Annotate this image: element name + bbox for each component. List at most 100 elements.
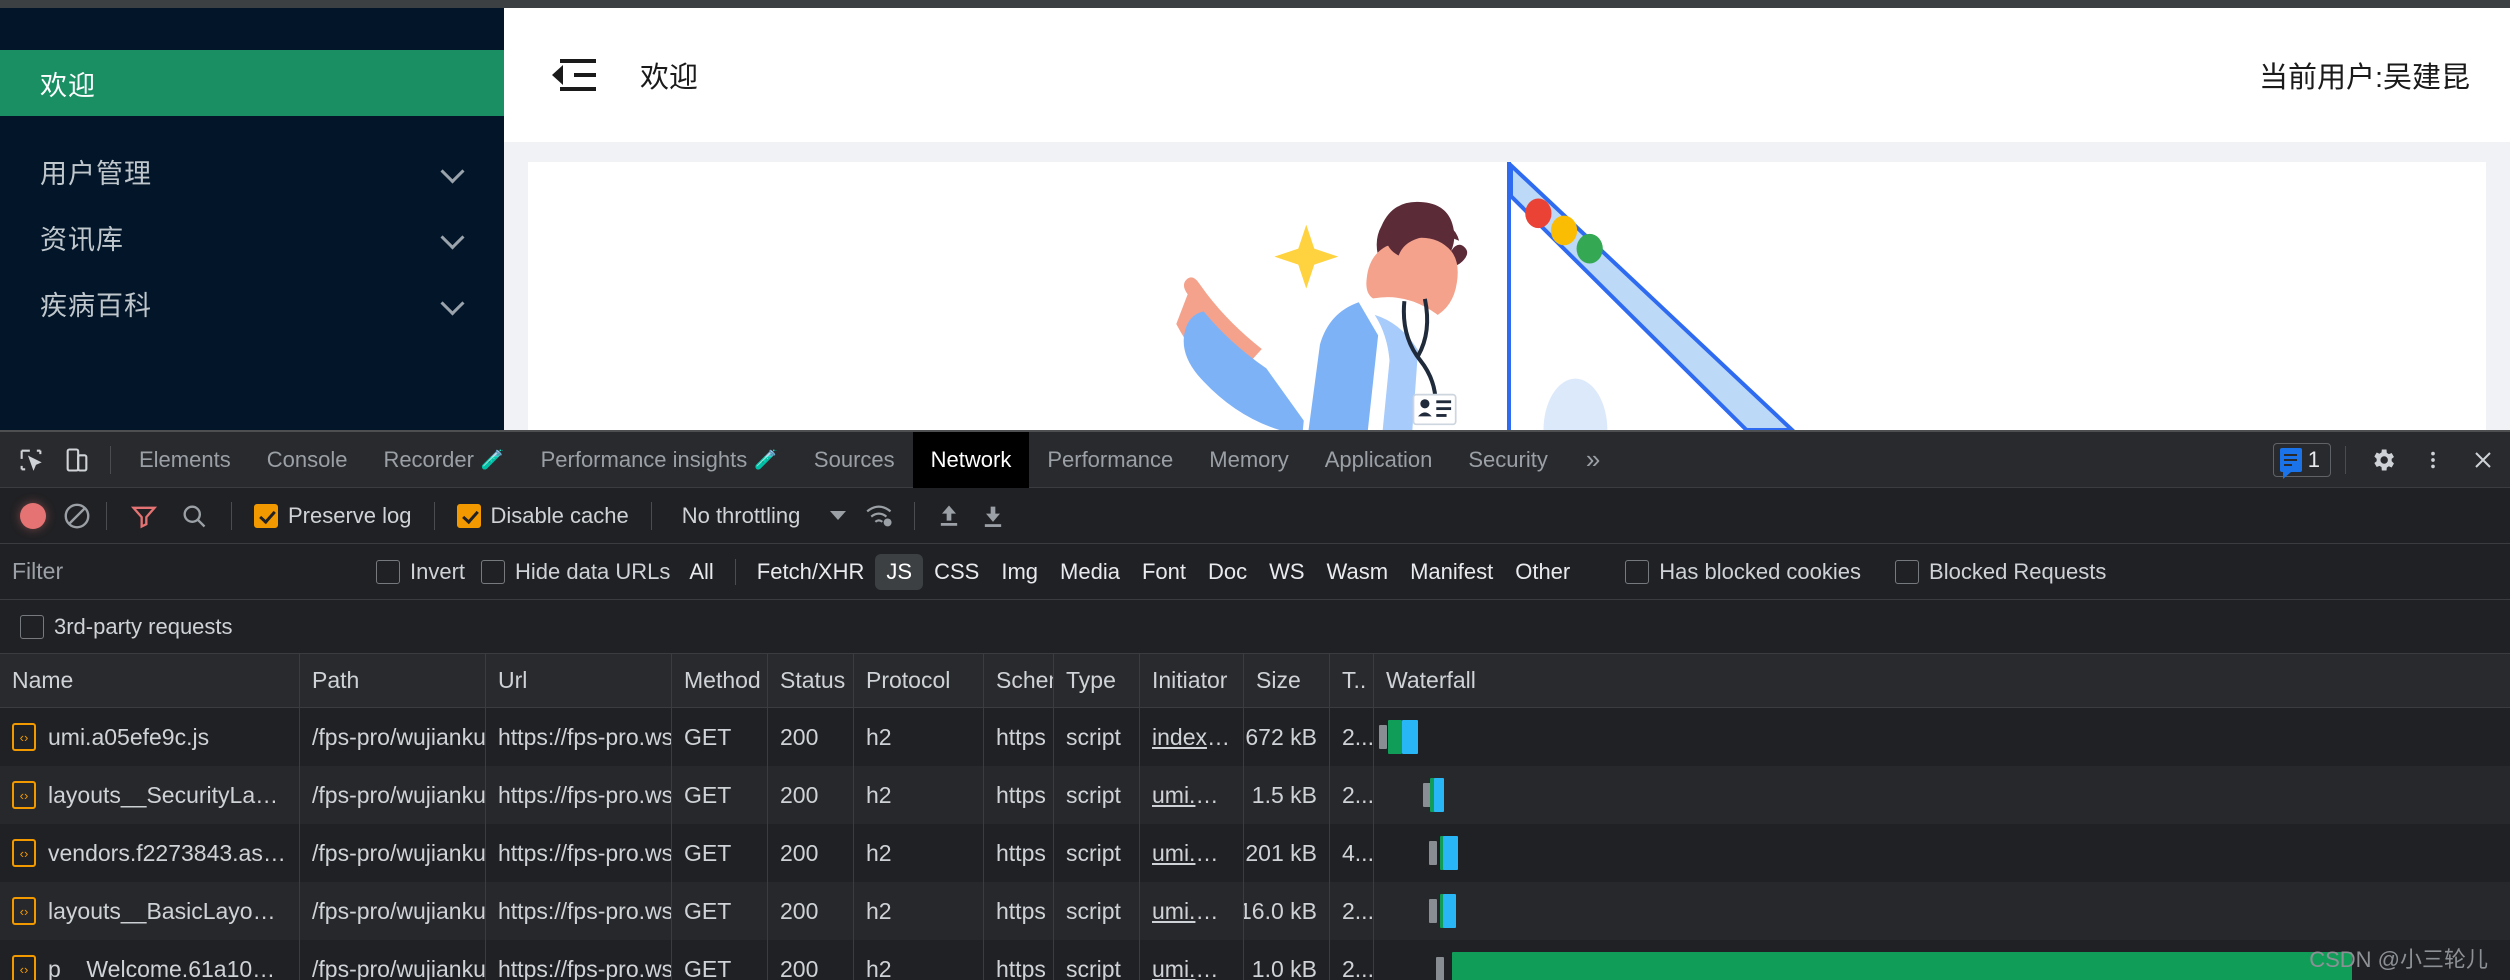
table-row[interactable]: ‹› umi.a05efe9c.js/fps-pro/wujiankun/h...…: [0, 708, 2510, 766]
table-row[interactable]: ‹› layouts__SecurityLayout.1dbc6e… /fps-pr…: [0, 766, 2510, 824]
record-button[interactable]: [20, 502, 46, 529]
device-toolbar-icon[interactable]: [54, 437, 100, 483]
type-filter-css[interactable]: CSS: [923, 554, 990, 590]
waterfall-wait-bar: [1429, 899, 1437, 923]
message-count: 1: [2307, 446, 2320, 472]
tab-elements[interactable]: Elements: [121, 432, 249, 488]
toolbar-divider: [914, 501, 916, 530]
message-count-badge[interactable]: 1: [2272, 442, 2331, 479]
tab-performance[interactable]: Performance: [1029, 432, 1191, 488]
gear-icon[interactable]: [2360, 437, 2406, 483]
experimental-flask-icon: 🧪: [754, 449, 778, 471]
request-name: layouts__SecurityLayout.1dbc6e…: [48, 781, 287, 808]
cell-waterfall: [1374, 766, 2510, 824]
tab-label: Elements: [139, 446, 231, 472]
type-filter-wasm[interactable]: Wasm: [1316, 554, 1400, 590]
initiator-link[interactable]: umi.a05ef…: [1152, 782, 1231, 809]
waterfall-latency-bar: [1434, 778, 1444, 812]
column-header-name[interactable]: Name: [0, 654, 300, 707]
cell-initiator: umi.a05ef…: [1140, 882, 1244, 940]
filter-input[interactable]: [0, 551, 368, 592]
preserve-log-checkbox[interactable]: Preserve log: [246, 503, 420, 529]
cell-name: ‹› umi.a05efe9c.js: [0, 708, 300, 766]
type-filter-other[interactable]: Other: [1504, 554, 1581, 590]
type-filter-manifest[interactable]: Manifest: [1399, 554, 1504, 590]
network-conditions-icon[interactable]: [860, 499, 900, 533]
tab-performance-insights[interactable]: Performance insights 🧪: [523, 432, 796, 488]
blocked-requests-label: Blocked Requests: [1929, 558, 2107, 584]
import-har-icon[interactable]: [929, 499, 969, 533]
tab-recorder[interactable]: Recorder 🧪: [365, 432, 522, 488]
chevron-down-icon: [442, 292, 464, 314]
waterfall-latency-bar: [1443, 836, 1458, 870]
tab-console[interactable]: Console: [249, 432, 366, 488]
cell-waterfall: [1374, 708, 2510, 766]
column-header-protocol[interactable]: Protocol: [854, 654, 984, 707]
sidebar-item-user-management[interactable]: 用户管理: [0, 138, 504, 204]
blocked-requests-checkbox[interactable]: Blocked Requests: [1887, 559, 2114, 585]
sidebar-item-info-library[interactable]: 资讯库: [0, 204, 504, 270]
type-filter-font[interactable]: Font: [1131, 554, 1197, 590]
type-filter-all[interactable]: All: [678, 554, 724, 590]
type-filter-img[interactable]: Img: [990, 554, 1049, 590]
cell-type: script: [1054, 824, 1140, 882]
chevron-down-icon: [830, 511, 847, 520]
column-header-method[interactable]: Method: [672, 654, 768, 707]
type-filter-ws[interactable]: WS: [1258, 554, 1315, 590]
column-header-path[interactable]: Path: [300, 654, 486, 707]
column-header-time[interactable]: T..: [1330, 654, 1374, 707]
type-filter-doc[interactable]: Doc: [1197, 554, 1258, 590]
table-row[interactable]: ‹› vendors.f2273843.async.js/fps-pro/wuji…: [0, 824, 2510, 882]
disable-cache-checkbox[interactable]: Disable cache: [449, 503, 637, 529]
tab-memory[interactable]: Memory: [1191, 432, 1306, 488]
initiator-link[interactable]: umi.a05ef…: [1152, 956, 1231, 980]
column-header-type[interactable]: Type: [1054, 654, 1140, 707]
column-header-size[interactable]: Size: [1244, 654, 1330, 707]
tab-security[interactable]: Security: [1450, 432, 1565, 488]
tab-application[interactable]: Application: [1307, 432, 1451, 488]
column-header-url[interactable]: Url: [486, 654, 672, 707]
throttling-dropdown[interactable]: No throttling: [666, 503, 857, 529]
filter-toggle-icon[interactable]: [121, 493, 167, 539]
export-har-icon[interactable]: [973, 499, 1013, 533]
tab-network[interactable]: Network: [912, 432, 1030, 488]
sidebar-item-welcome[interactable]: 欢迎: [0, 50, 504, 116]
cell-time: 2...: [1330, 940, 1374, 980]
search-icon[interactable]: [171, 493, 217, 539]
column-header-initiator[interactable]: Initiator: [1140, 654, 1244, 707]
sidebar-item-disease-encyclopedia[interactable]: 疾病百科: [0, 270, 504, 336]
close-icon[interactable]: [2460, 437, 2506, 483]
chevron-down-icon: [442, 160, 464, 182]
has-blocked-cookies-checkbox[interactable]: Has blocked cookies: [1617, 559, 1869, 585]
disable-cache-label: Disable cache: [490, 502, 629, 528]
type-filter-fetch-xhr[interactable]: Fetch/XHR: [746, 554, 876, 590]
initiator-link[interactable]: umi.a05ef…: [1152, 840, 1231, 867]
throttling-value: No throttling: [681, 502, 801, 528]
hide-data-urls-label: Hide data URLs: [515, 558, 671, 584]
table-row[interactable]: ‹› p__Welcome.61a1087c.async.js/fps-pro/w…: [0, 940, 2510, 980]
checkbox-box: [20, 614, 44, 639]
type-filter-media[interactable]: Media: [1049, 554, 1131, 590]
tab-label: Memory: [1209, 446, 1289, 472]
more-options-icon[interactable]: [2410, 437, 2456, 483]
initiator-link[interactable]: index.html: [1152, 724, 1231, 751]
waterfall-wait-bar: [1429, 841, 1437, 865]
third-party-requests-checkbox[interactable]: 3rd-party requests: [12, 614, 241, 640]
tab-sources[interactable]: Sources: [796, 432, 913, 488]
waterfall-latency-bar: [1443, 894, 1456, 928]
column-header-waterfall[interactable]: Waterfall: [1374, 654, 2510, 707]
cell-url: https://fps-pro.ws.12...: [486, 882, 672, 940]
hide-data-urls-checkbox[interactable]: Hide data URLs: [473, 559, 678, 585]
column-header-scheme[interactable]: Scheme: [984, 654, 1054, 707]
clear-button[interactable]: [62, 501, 92, 531]
chevron-down-icon: [442, 226, 464, 248]
invert-checkbox[interactable]: Invert: [368, 559, 473, 585]
initiator-link[interactable]: umi.a05ef…: [1152, 898, 1231, 925]
table-row[interactable]: ‹› layouts__BasicLayout.3b31a796.… /fps-pr…: [0, 882, 2510, 940]
type-filter-js[interactable]: JS: [875, 553, 924, 590]
more-tabs-icon[interactable]: »: [1566, 444, 1620, 475]
menu-fold-icon[interactable]: [552, 53, 596, 97]
column-header-status[interactable]: Status: [768, 654, 854, 707]
inspect-element-icon[interactable]: [8, 437, 54, 483]
